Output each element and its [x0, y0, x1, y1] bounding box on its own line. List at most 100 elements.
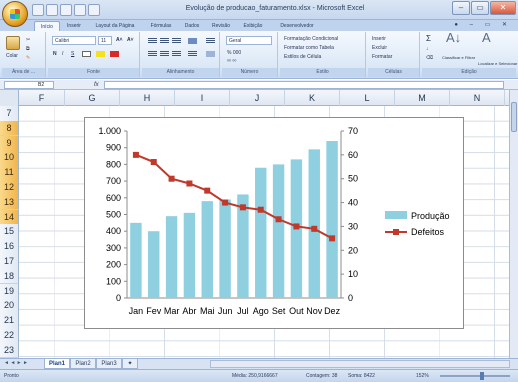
tab-revisao[interactable]: Revisão: [208, 21, 234, 31]
bold-button[interactable]: N: [53, 50, 57, 58]
number-format-select[interactable]: Geral: [226, 36, 272, 45]
shrink-font-icon[interactable]: A˅: [127, 36, 134, 44]
format-cells-button[interactable]: Formatar: [372, 53, 392, 61]
tab-exibicao[interactable]: Exibição: [238, 21, 268, 31]
wrap-text-icon[interactable]: [206, 38, 215, 44]
align-middle-icon[interactable]: [160, 38, 169, 44]
row-header-22[interactable]: 22: [0, 328, 19, 344]
format-painter-icon[interactable]: ✎: [26, 54, 30, 62]
row-header-11[interactable]: 11: [0, 165, 19, 181]
tab-inicio[interactable]: Início: [34, 21, 60, 31]
indent-icon[interactable]: [188, 51, 197, 57]
maximize-button[interactable]: ▭: [471, 1, 489, 15]
row-header-14[interactable]: 14: [0, 209, 19, 226]
column-header-m[interactable]: M: [395, 90, 450, 106]
row-header-20[interactable]: 20: [0, 298, 19, 315]
qat-customize-icon[interactable]: [88, 4, 100, 16]
delete-cells-button[interactable]: Excluir: [372, 44, 387, 52]
conditional-format-button[interactable]: Formatação Condicional: [284, 35, 338, 43]
chart[interactable]: 0 100 200 300 400 500 600 700 800 900 1.000 0 10 20 30…: [84, 117, 464, 329]
orientation-icon[interactable]: [188, 38, 197, 44]
sort-filter-icon[interactable]: A↓: [446, 31, 461, 44]
column-header-f[interactable]: F: [19, 90, 65, 106]
autosum-icon[interactable]: Σ: [426, 35, 431, 43]
close-button[interactable]: ✕: [490, 1, 516, 15]
borders-icon[interactable]: [82, 51, 91, 57]
sort-filter-label[interactable]: Classificar e Filtrar: [442, 54, 475, 62]
clear-icon[interactable]: ⌫: [426, 54, 433, 62]
align-right-icon[interactable]: [172, 51, 181, 57]
row-header-13[interactable]: 13: [0, 194, 19, 211]
insert-cells-button[interactable]: Inserir: [372, 35, 386, 43]
find-select-label[interactable]: Localizar e Selecionar: [478, 60, 517, 68]
tab-layout[interactable]: Layout da Página: [90, 21, 140, 31]
ribbon-window-controls[interactable]: ● – ▭ ✕: [454, 21, 512, 28]
grow-font-icon[interactable]: A˄: [116, 36, 123, 44]
insert-sheet-icon[interactable]: ✦: [122, 359, 138, 369]
sheet-tab-plan1[interactable]: Plan1: [44, 359, 70, 369]
select-all-corner[interactable]: [0, 90, 19, 106]
italic-button[interactable]: I: [62, 50, 63, 58]
formula-input[interactable]: [104, 81, 504, 89]
align-left-icon[interactable]: [148, 51, 157, 57]
vertical-scrollbar[interactable]: [509, 90, 518, 358]
insert-function-icon[interactable]: fx: [94, 81, 99, 89]
column-header-h[interactable]: H: [120, 90, 175, 106]
fill-icon[interactable]: ↓: [426, 45, 429, 53]
row-header-21[interactable]: 21: [0, 313, 19, 329]
sheet-tab-plan3[interactable]: Plan3: [96, 359, 122, 369]
align-bottom-icon[interactable]: [172, 38, 181, 44]
tab-inserir[interactable]: Inserir: [62, 21, 86, 31]
cell-styles-button[interactable]: Estilos de Célula: [284, 53, 321, 61]
minimize-button[interactable]: –: [452, 1, 470, 15]
row-header-10[interactable]: 10: [0, 150, 19, 167]
row-header-15[interactable]: 15: [0, 224, 19, 241]
sort-icon[interactable]: [74, 4, 86, 16]
tab-desenvolvedor[interactable]: Desenvolvedor: [272, 21, 322, 31]
format-table-button[interactable]: Formatar como Tabela: [284, 44, 334, 52]
paste-label[interactable]: Colar: [6, 52, 18, 60]
fill-color-icon[interactable]: [96, 51, 105, 57]
zoom-slider[interactable]: [440, 372, 510, 380]
row-header-8[interactable]: 8: [0, 120, 19, 137]
column-header-j[interactable]: J: [230, 90, 285, 106]
sheet-nav-buttons[interactable]: ◄ ◄ ► ►: [4, 360, 28, 366]
column-header-k[interactable]: K: [285, 90, 340, 106]
row-header-23[interactable]: 23: [0, 342, 19, 359]
column-header-n[interactable]: N: [450, 90, 505, 106]
undo-icon[interactable]: [46, 4, 58, 16]
row-header-12[interactable]: 12: [0, 180, 19, 196]
column-header-l[interactable]: L: [340, 90, 395, 106]
column-header-g[interactable]: G: [65, 90, 120, 106]
zoom-level[interactable]: 152%: [416, 373, 429, 379]
name-box[interactable]: B2: [4, 81, 54, 89]
font-name-select[interactable]: Calibri: [52, 36, 96, 45]
redo-icon[interactable]: [60, 4, 72, 16]
align-center-icon[interactable]: [160, 51, 169, 57]
row-header-17[interactable]: 17: [0, 254, 19, 270]
row-header-9[interactable]: 9: [0, 135, 19, 152]
row-header-7[interactable]: 7: [0, 106, 19, 122]
save-icon[interactable]: [32, 4, 44, 16]
align-top-icon[interactable]: [148, 38, 157, 44]
horizontal-scrollbar[interactable]: [210, 360, 510, 368]
tab-formulas[interactable]: Fórmulas: [146, 21, 176, 31]
paste-icon[interactable]: [6, 36, 20, 50]
font-color-icon[interactable]: [110, 51, 119, 57]
font-size-select[interactable]: 11: [98, 36, 112, 45]
copy-icon[interactable]: ⧉: [26, 45, 30, 53]
row-header-18[interactable]: 18: [0, 268, 19, 285]
cut-icon[interactable]: ✂: [26, 36, 30, 44]
office-button[interactable]: [2, 1, 28, 27]
percent-format-icons[interactable]: % 000: [227, 49, 241, 57]
row-header-19[interactable]: 19: [0, 283, 19, 300]
underline-button[interactable]: S: [71, 50, 74, 58]
vertical-scroll-thumb[interactable]: [511, 102, 517, 132]
tab-dados[interactable]: Dados: [180, 21, 204, 31]
merge-center-icon[interactable]: [206, 51, 215, 57]
sheet-tab-plan2[interactable]: Plan2: [70, 359, 96, 369]
zoom-slider-knob[interactable]: [480, 372, 484, 380]
decimal-icon[interactable]: ⁰⁰ ⁰⁰: [227, 58, 236, 66]
row-header-16[interactable]: 16: [0, 239, 19, 255]
column-header-i[interactable]: I: [175, 90, 230, 106]
